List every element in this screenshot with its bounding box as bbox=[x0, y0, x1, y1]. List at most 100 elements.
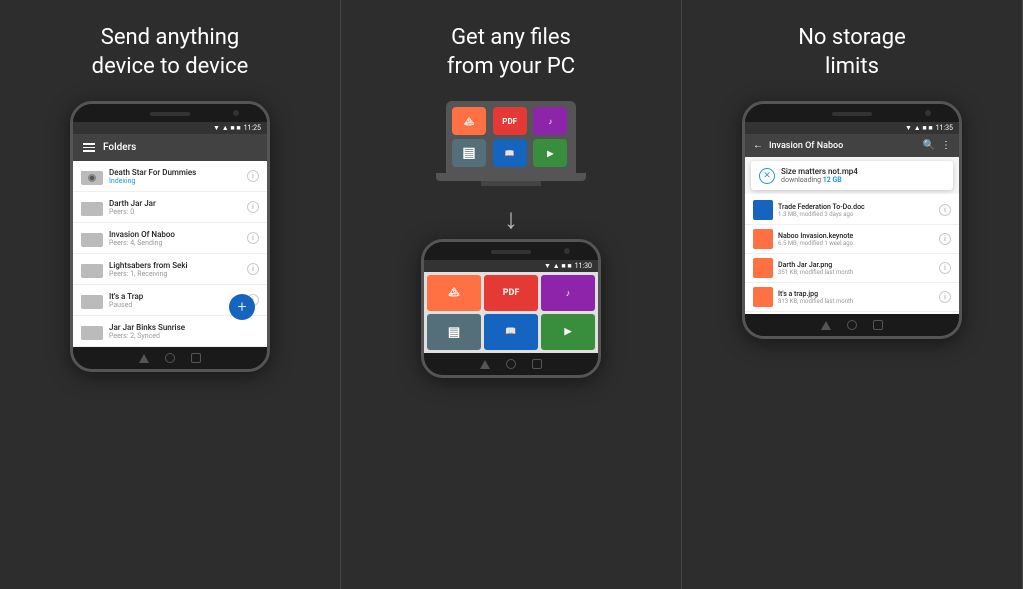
laptop-stand bbox=[481, 181, 541, 186]
phone-speaker-2 bbox=[491, 250, 531, 254]
folder-icon-4 bbox=[81, 291, 103, 309]
back-button-2[interactable] bbox=[480, 360, 490, 369]
panel-send: Send anything device to device ▼ ▲ ■ ■ 1… bbox=[0, 0, 341, 589]
folder-item-1[interactable]: Darth Jar Jar Peers: 0 i bbox=[73, 192, 267, 223]
file-list-item-2[interactable]: Darth Jar Jar.png 351 KB, modified last … bbox=[745, 254, 959, 283]
cancel-download-button[interactable]: ✕ bbox=[759, 168, 775, 184]
folder-item-5-text: Jar Jar Binks Sunrise Peers: 2, Synced bbox=[109, 323, 259, 340]
folder-item-4-text: It's a Trap Paused bbox=[109, 292, 241, 309]
phone-tile-video: ▶ bbox=[541, 314, 595, 350]
phone-2-bottom bbox=[424, 353, 598, 375]
phone-1-status-bar: ▼ ▲ ■ ■ 11:25 bbox=[73, 122, 267, 134]
home-button-3[interactable] bbox=[847, 320, 857, 330]
panel-storage: No storage limits ▼ ▲ ■ ■ 11:35 ← Invasi… bbox=[682, 0, 1023, 589]
home-button-1[interactable] bbox=[165, 353, 175, 363]
phone-speaker-3 bbox=[832, 112, 872, 116]
phone-1: ▼ ▲ ■ ■ 11:25 Folders Death Star For Dum… bbox=[70, 101, 270, 372]
phone-1-bottom bbox=[73, 347, 267, 369]
folder-item-0-sub: Indexing bbox=[109, 177, 241, 185]
panel-files: Get any files from your PC 🏔 PDF ♪ ▤ 📖 ▶… bbox=[341, 0, 682, 589]
phone-3-screen: ▼ ▲ ■ ■ 11:35 ← Invasion Of Naboo 🔍 ⋮ ✕ … bbox=[745, 122, 959, 314]
laptop-tile-book: 📖 bbox=[493, 139, 527, 167]
file-info-icon-3[interactable]: i bbox=[939, 291, 951, 303]
phone-1-app-header: Folders bbox=[73, 134, 267, 161]
info-icon-1[interactable]: i bbox=[247, 201, 259, 213]
phone-1-screen: ▼ ▲ ■ ■ 11:25 Folders Death Star For Dum… bbox=[73, 122, 267, 347]
folder-icon-3 bbox=[81, 260, 103, 278]
phone-2-top bbox=[424, 242, 598, 260]
file-meta-3: 813 KB, modified last month bbox=[778, 298, 934, 305]
phone-tile-music: ♪ bbox=[541, 275, 595, 311]
file-info-3: It's a trap.jpg 813 KB, modified last mo… bbox=[778, 290, 934, 305]
info-icon-3[interactable]: i bbox=[247, 263, 259, 275]
folder-item-0[interactable]: Death Star For Dummies Indexing i bbox=[73, 161, 267, 192]
more-icon[interactable]: ⋮ bbox=[941, 140, 951, 151]
file-thumb-0 bbox=[753, 200, 773, 220]
hamburger-icon[interactable] bbox=[83, 143, 95, 152]
folder-item-5[interactable]: Jar Jar Binks Sunrise Peers: 2, Synced + bbox=[73, 316, 267, 347]
folder-item-4-name: It's a Trap bbox=[109, 292, 241, 301]
file-info-2: Darth Jar Jar.png 351 KB, modified last … bbox=[778, 261, 934, 276]
folder-item-4-sub: Paused bbox=[109, 301, 241, 309]
search-icon[interactable]: 🔍 bbox=[923, 140, 935, 151]
back-button-3[interactable] bbox=[821, 321, 831, 330]
download-info: Size matters not.mp4 downloading 12 GB bbox=[781, 167, 945, 184]
folder-list: Death Star For Dummies Indexing i Darth … bbox=[73, 161, 267, 347]
back-button-1[interactable] bbox=[139, 354, 149, 363]
status-icons-3: ▼ ▲ ■ ■ bbox=[905, 124, 933, 132]
file-info-icon-1[interactable]: i bbox=[939, 233, 951, 245]
file-list-item-3[interactable]: It's a trap.jpg 813 KB, modified last mo… bbox=[745, 283, 959, 312]
phone-3-status-bar: ▼ ▲ ■ ■ 11:35 bbox=[745, 122, 959, 134]
laptop-base bbox=[436, 173, 586, 181]
status-time-2: 11:30 bbox=[575, 262, 592, 270]
phone-tile-image: 🏔 bbox=[427, 275, 481, 311]
info-icon-0[interactable]: i bbox=[247, 170, 259, 182]
recents-button-2[interactable] bbox=[532, 359, 542, 369]
home-button-2[interactable] bbox=[506, 359, 516, 369]
laptop-tile-video: ▶ bbox=[533, 139, 567, 167]
file-info-icon-2[interactable]: i bbox=[939, 262, 951, 274]
phone-tile-zip: ▤ bbox=[427, 314, 481, 350]
phone-camera-1 bbox=[233, 110, 239, 116]
folder-item-3-sub: Peers: 1, Receiving bbox=[109, 270, 241, 278]
phone-2-file-grid: 🏔 PDF ♪ ▤ 📖 ▶ bbox=[424, 272, 598, 353]
file-info-icon-0[interactable]: i bbox=[939, 204, 951, 216]
phone-2: ▼ ▲ ■ ■ 11:30 🏔 PDF ♪ ▤ 📖 ▶ bbox=[421, 239, 601, 378]
phone-2-screen: ▼ ▲ ■ ■ 11:30 🏔 PDF ♪ ▤ 📖 ▶ bbox=[424, 260, 598, 353]
folder-item-5-sub: Peers: 2, Synced bbox=[109, 332, 259, 340]
phone-tile-book: 📖 bbox=[484, 314, 538, 350]
back-arrow-icon[interactable]: ← bbox=[753, 140, 763, 151]
phone-3-header-actions: 🔍 ⋮ bbox=[923, 140, 951, 151]
status-time-3: 11:35 bbox=[936, 124, 953, 132]
file-list-item-0[interactable]: Trade Federation To-Do.doc 1.3 MB, modif… bbox=[745, 196, 959, 225]
file-name-0: Trade Federation To-Do.doc bbox=[778, 203, 934, 211]
folder-item-0-text: Death Star For Dummies Indexing bbox=[109, 168, 241, 185]
laptop-tile-image: 🏔 bbox=[452, 107, 486, 135]
file-meta-0: 1.3 MB, modified 3 days ago bbox=[778, 211, 934, 218]
info-icon-2[interactable]: i bbox=[247, 232, 259, 244]
recents-button-3[interactable] bbox=[873, 320, 883, 330]
folder-icon-1 bbox=[81, 198, 103, 216]
phone-tile-pdf: PDF bbox=[484, 275, 538, 311]
folder-item-3[interactable]: Lightsabers from Seki Peers: 1, Receivin… bbox=[73, 254, 267, 285]
folder-item-1-text: Darth Jar Jar Peers: 0 bbox=[109, 199, 241, 216]
folder-icon-special bbox=[81, 167, 103, 185]
folder-icon-5 bbox=[81, 322, 103, 340]
phone-2-status-bar: ▼ ▲ ■ ■ 11:30 bbox=[424, 260, 598, 272]
folder-item-1-name: Darth Jar Jar bbox=[109, 199, 241, 208]
phone-3-app-header: ← Invasion Of Naboo 🔍 ⋮ bbox=[745, 134, 959, 157]
file-thumb-3 bbox=[753, 287, 773, 307]
folder-item-2-name: Invasion Of Naboo bbox=[109, 230, 241, 239]
laptop-tile-zip: ▤ bbox=[452, 139, 486, 167]
download-filename: Size matters not.mp4 bbox=[781, 167, 945, 176]
status-time-1: 11:25 bbox=[244, 124, 261, 132]
laptop-screen: 🏔 PDF ♪ ▤ 📖 ▶ bbox=[446, 101, 576, 173]
folder-item-2-text: Invasion Of Naboo Peers: 4, Sending bbox=[109, 230, 241, 247]
folder-icon-2 bbox=[81, 229, 103, 247]
recents-button-1[interactable] bbox=[191, 353, 201, 363]
laptop-tile-music: ♪ bbox=[533, 107, 567, 135]
fab-add-button[interactable]: + bbox=[229, 294, 255, 320]
folder-item-2[interactable]: Invasion Of Naboo Peers: 4, Sending i bbox=[73, 223, 267, 254]
file-list-item-1[interactable]: Naboo Invasion.keynote 6.5 MB, modified … bbox=[745, 225, 959, 254]
download-size: 12 GB bbox=[823, 176, 842, 184]
